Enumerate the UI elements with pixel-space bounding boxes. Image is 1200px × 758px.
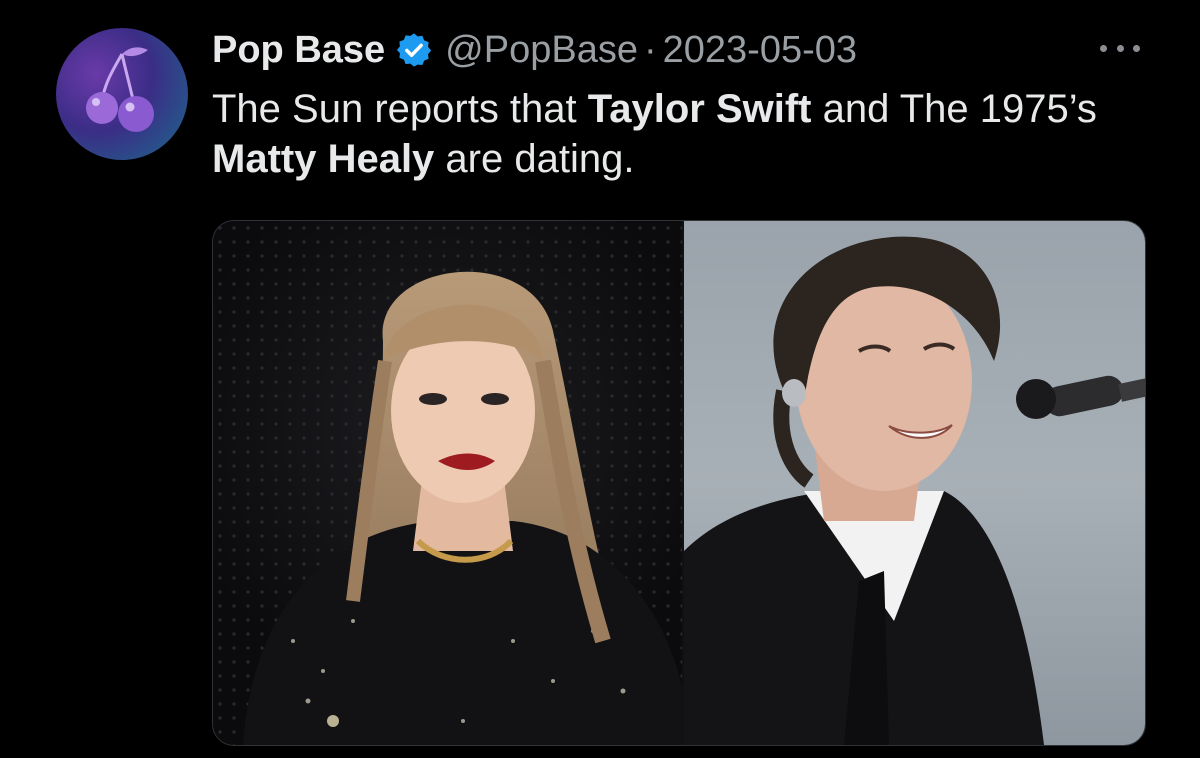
verified-badge-icon xyxy=(395,31,433,69)
tweet-text-part: The Sun reports that xyxy=(212,87,588,131)
tweet-media[interactable] xyxy=(212,220,1146,746)
more-dot xyxy=(1133,44,1140,52)
more-dot xyxy=(1116,44,1124,52)
tweet-text-bold: Taylor Swift xyxy=(587,87,812,131)
photo-of-taylor-swift[interactable] xyxy=(213,221,682,745)
display-name[interactable]: Pop Base xyxy=(212,29,385,72)
avatar[interactable] xyxy=(56,28,188,160)
tweet-header: Pop Base @PopBase · 2023-05-03 xyxy=(212,26,857,74)
photo-of-matty-healy[interactable] xyxy=(683,221,1145,745)
tweet-text-part: and The 1975’s xyxy=(811,87,1097,131)
tweet-text: The Sun reports that Taylor Swift and Th… xyxy=(212,84,1112,184)
tweet-text-bold: Matty Healy xyxy=(212,137,435,181)
tweet[interactable]: Pop Base @PopBase · 2023-05-03 The Sun r… xyxy=(0,0,1200,758)
cherry-icon xyxy=(86,47,154,132)
separator-dot: · xyxy=(643,28,657,71)
user-handle[interactable]: @PopBase xyxy=(445,29,638,72)
more-dot xyxy=(1100,44,1107,52)
tweet-text-part: are dating. xyxy=(434,137,635,181)
tweet-date[interactable]: 2023-05-03 xyxy=(663,29,857,72)
more-horizontal-icon[interactable] xyxy=(1100,38,1140,58)
